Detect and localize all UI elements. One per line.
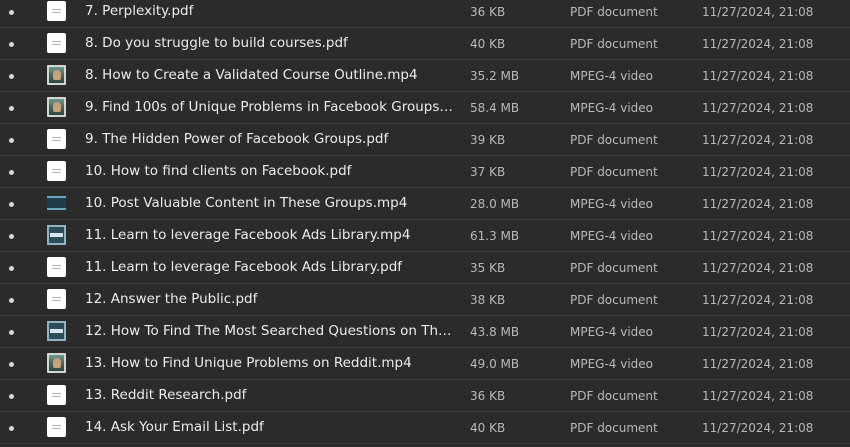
file-size: 35.2 MB bbox=[470, 69, 520, 83]
file-type: PDF document bbox=[570, 421, 658, 435]
file-type: MPEG-4 video bbox=[570, 197, 654, 211]
bullet-icon bbox=[9, 298, 14, 303]
file-modified-date: 11/27/2024, 21:08 bbox=[702, 197, 814, 211]
file-name[interactable]: 14. Ask Your Email List.pdf bbox=[85, 419, 455, 436]
bullet-icon bbox=[9, 330, 14, 335]
bullet-icon bbox=[9, 426, 14, 431]
file-name[interactable]: 10. How to find clients on Facebook.pdf bbox=[85, 163, 455, 180]
file-name[interactable]: 11. Learn to leverage Facebook Ads Libra… bbox=[85, 259, 455, 276]
file-size: 36 KB bbox=[470, 389, 506, 403]
file-size: 49.0 MB bbox=[470, 357, 520, 371]
video-thumbnail-icon bbox=[47, 65, 66, 85]
file-type: MPEG-4 video bbox=[570, 69, 654, 83]
file-name[interactable]: 8. How to Create a Validated Course Outl… bbox=[85, 67, 455, 84]
video-thumbnail-icon bbox=[47, 196, 66, 210]
file-modified-date: 11/27/2024, 21:08 bbox=[702, 69, 814, 83]
file-modified-date: 11/27/2024, 21:08 bbox=[702, 293, 814, 307]
bullet-icon bbox=[9, 202, 14, 207]
pdf-file-icon bbox=[47, 385, 66, 405]
pdf-file-icon bbox=[47, 33, 66, 53]
pdf-file-icon bbox=[47, 129, 66, 149]
bullet-icon bbox=[9, 266, 14, 271]
file-name[interactable]: 11. Learn to leverage Facebook Ads Libra… bbox=[85, 227, 455, 244]
file-name[interactable]: 9. The Hidden Power of Facebook Groups.p… bbox=[85, 131, 455, 148]
pdf-file-icon bbox=[47, 257, 66, 277]
file-size: 40 KB bbox=[470, 421, 506, 435]
file-name[interactable]: 9. Find 100s of Unique Problems in Faceb… bbox=[85, 99, 455, 116]
file-row[interactable]: 12. How To Find The Most Searched Questi… bbox=[0, 316, 850, 348]
pdf-file-icon bbox=[47, 417, 66, 437]
pdf-file-icon bbox=[47, 1, 66, 21]
file-row[interactable]: 12. Answer the Public.pdf 38 KB PDF docu… bbox=[0, 284, 850, 316]
bullet-icon bbox=[9, 394, 14, 399]
file-row[interactable]: 8. How to Create a Validated Course Outl… bbox=[0, 60, 850, 92]
file-type: PDF document bbox=[570, 293, 658, 307]
file-type: PDF document bbox=[570, 37, 658, 51]
file-modified-date: 11/27/2024, 21:08 bbox=[702, 37, 814, 51]
file-modified-date: 11/27/2024, 21:08 bbox=[702, 421, 814, 435]
file-row[interactable]: 11. Learn to leverage Facebook Ads Libra… bbox=[0, 220, 850, 252]
file-type: MPEG-4 video bbox=[570, 101, 654, 115]
bullet-icon bbox=[9, 10, 14, 15]
file-name[interactable]: 10. Post Valuable Content in These Group… bbox=[85, 195, 455, 212]
bullet-icon bbox=[9, 362, 14, 367]
file-modified-date: 11/27/2024, 21:08 bbox=[702, 325, 814, 339]
video-thumbnail-icon bbox=[47, 225, 66, 245]
bullet-icon bbox=[9, 170, 14, 175]
file-name[interactable]: 8. Do you struggle to build courses.pdf bbox=[85, 35, 455, 52]
file-name[interactable]: 12. How To Find The Most Searched Questi… bbox=[85, 323, 455, 340]
file-size: 36 KB bbox=[470, 5, 506, 19]
file-modified-date: 11/27/2024, 21:08 bbox=[702, 133, 814, 147]
file-size: 61.3 MB bbox=[470, 229, 520, 243]
file-row[interactable]: 14. Ask Your Email List.pdf 40 KB PDF do… bbox=[0, 412, 850, 444]
bullet-icon bbox=[9, 106, 14, 111]
file-list: 7. Perplexity.pdf 36 KB PDF document 11/… bbox=[0, 0, 850, 444]
file-type: MPEG-4 video bbox=[570, 229, 654, 243]
file-type: PDF document bbox=[570, 389, 658, 403]
file-row[interactable]: 10. How to find clients on Facebook.pdf … bbox=[0, 156, 850, 188]
file-row[interactable]: 11. Learn to leverage Facebook Ads Libra… bbox=[0, 252, 850, 284]
file-row[interactable]: 7. Perplexity.pdf 36 KB PDF document 11/… bbox=[0, 0, 850, 28]
file-size: 39 KB bbox=[470, 133, 506, 147]
file-row[interactable]: 10. Post Valuable Content in These Group… bbox=[0, 188, 850, 220]
pdf-file-icon bbox=[47, 161, 66, 181]
file-type: PDF document bbox=[570, 165, 658, 179]
file-row[interactable]: 9. The Hidden Power of Facebook Groups.p… bbox=[0, 124, 850, 156]
bullet-icon bbox=[9, 234, 14, 239]
file-name[interactable]: 13. Reddit Research.pdf bbox=[85, 387, 455, 404]
bullet-icon bbox=[9, 138, 14, 143]
file-row[interactable]: 13. Reddit Research.pdf 36 KB PDF docume… bbox=[0, 380, 850, 412]
file-row[interactable]: 8. Do you struggle to build courses.pdf … bbox=[0, 28, 850, 60]
file-type: MPEG-4 video bbox=[570, 325, 654, 339]
file-name[interactable]: 12. Answer the Public.pdf bbox=[85, 291, 455, 308]
file-size: 58.4 MB bbox=[470, 101, 520, 115]
file-modified-date: 11/27/2024, 21:08 bbox=[702, 357, 814, 371]
file-name[interactable]: 13. How to Find Unique Problems on Reddi… bbox=[85, 355, 455, 372]
bullet-icon bbox=[9, 74, 14, 79]
file-size: 38 KB bbox=[470, 293, 506, 307]
file-size: 35 KB bbox=[470, 261, 506, 275]
file-name[interactable]: 7. Perplexity.pdf bbox=[85, 3, 455, 20]
file-type: PDF document bbox=[570, 5, 658, 19]
bullet-icon bbox=[9, 42, 14, 47]
file-row[interactable]: 9. Find 100s of Unique Problems in Faceb… bbox=[0, 92, 850, 124]
video-thumbnail-icon bbox=[47, 321, 66, 341]
video-thumbnail-icon bbox=[47, 97, 66, 117]
file-modified-date: 11/27/2024, 21:08 bbox=[702, 165, 814, 179]
file-modified-date: 11/27/2024, 21:08 bbox=[702, 229, 814, 243]
pdf-file-icon bbox=[47, 289, 66, 309]
file-type: PDF document bbox=[570, 261, 658, 275]
file-modified-date: 11/27/2024, 21:08 bbox=[702, 261, 814, 275]
file-size: 43.8 MB bbox=[470, 325, 520, 339]
file-row[interactable]: 13. How to Find Unique Problems on Reddi… bbox=[0, 348, 850, 380]
file-modified-date: 11/27/2024, 21:08 bbox=[702, 389, 814, 403]
file-type: PDF document bbox=[570, 133, 658, 147]
video-thumbnail-icon bbox=[47, 353, 66, 373]
file-size: 37 KB bbox=[470, 165, 506, 179]
file-size: 28.0 MB bbox=[470, 197, 520, 211]
file-modified-date: 11/27/2024, 21:08 bbox=[702, 101, 814, 115]
file-modified-date: 11/27/2024, 21:08 bbox=[702, 5, 814, 19]
file-type: MPEG-4 video bbox=[570, 357, 654, 371]
file-size: 40 KB bbox=[470, 37, 506, 51]
